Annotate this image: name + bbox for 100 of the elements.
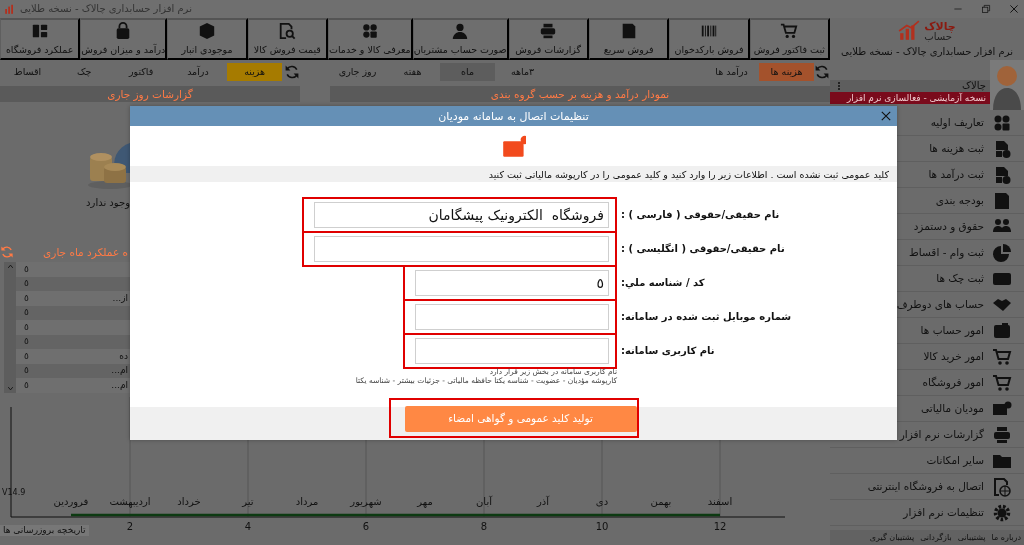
gear-icon (992, 502, 1012, 523)
refresh-icon[interactable] (814, 64, 830, 80)
row-value: ٥ (23, 336, 29, 348)
footer-link[interactable]: بازگردانی (917, 532, 955, 543)
scrollbar[interactable] (4, 262, 16, 393)
toolbar-button[interactable]: معرفی کالا و خدمات (328, 18, 413, 60)
row-label: ام... (111, 365, 128, 377)
input-field[interactable]: فروشگاه الکترونیک پیشگامان (314, 202, 609, 229)
tab[interactable]: ماه (440, 63, 495, 81)
row-value: ٥ (23, 263, 29, 275)
close-button[interactable] (879, 109, 893, 123)
toolbar-button[interactable]: ثبت فاکتور فروش (749, 18, 830, 60)
tab[interactable]: درآمد (170, 63, 226, 81)
month-label: آبان (476, 496, 492, 507)
tick-label: 10 (595, 521, 609, 532)
row-value: ٥ (23, 278, 29, 290)
tab[interactable]: ۳ماهه (495, 63, 550, 81)
row-label: ام... (111, 379, 128, 391)
pie-chart-icon (992, 242, 1012, 263)
printer-icon (539, 22, 558, 41)
trial-notice[interactable]: نسخه آزمایشی - فعالسازی نرم افزار (830, 92, 990, 104)
row-label: ده (119, 350, 128, 362)
footer-link[interactable]: درباره ما (988, 532, 1024, 543)
notice-text: کلید عمومی ثبت نشده است . اطلاعات زیر را وارد کنید و کلید عمومی را در کارپوشه مالیاتی ثبت کنید (130, 166, 897, 183)
cart-icon (992, 346, 1012, 367)
tab[interactable]: هزینه ها (759, 63, 814, 81)
tab[interactable]: هزینه (227, 63, 283, 81)
panel-title: نمودار درآمد و هزینه بر حسب گروه بندی (330, 86, 830, 102)
toolbar-button[interactable]: موجودی انبار (167, 18, 248, 60)
month-label: فروردین (53, 496, 89, 507)
user-name: چالاک (962, 80, 986, 92)
refresh-icon[interactable] (284, 64, 300, 80)
toolbar-button[interactable]: عملکرد فروشگاه (0, 18, 81, 60)
input-field[interactable] (415, 304, 609, 331)
shapes-icon (360, 22, 379, 41)
scroll-up-icon (5, 262, 15, 271)
avatar-icon (990, 60, 1024, 110)
tab[interactable]: درآمد ها (704, 63, 759, 81)
row-value: ٥ (23, 307, 29, 319)
tab[interactable]: فاکتور (113, 63, 169, 81)
row-value: ٥ (23, 350, 29, 362)
toolbar-button[interactable]: قیمت فروش کالا (247, 18, 328, 60)
person-icon (451, 22, 470, 41)
toolbar-button[interactable]: گزارشات فروش (508, 18, 589, 60)
toolbar-button[interactable]: صورت حساب مشتریان (412, 18, 509, 60)
tick-label: 4 (244, 521, 252, 532)
input-field[interactable] (415, 338, 609, 365)
month-label: بهمن (650, 496, 672, 507)
row-value: ٥ (23, 292, 29, 304)
cart-icon (992, 372, 1012, 393)
field-label: نام کاربری سامانه: (620, 345, 716, 358)
close-icon[interactable] (1008, 3, 1020, 15)
printer-icon (992, 424, 1012, 445)
input-field[interactable]: ٥ (415, 270, 609, 297)
footer-link[interactable]: پشتیبان گیری (866, 532, 918, 543)
globe-icon (992, 476, 1012, 497)
month-label: آذر (536, 496, 550, 507)
month-label: دی (595, 496, 609, 507)
row-label: از... (112, 292, 128, 304)
logo-text: چالاک (924, 20, 956, 32)
field-label: نام حقیقی/حقوقی ( انگلیسی ) : (620, 243, 786, 256)
footer-link[interactable]: پشتیبانی (954, 532, 989, 543)
logo-caption: نرم افزار حسابداری چالاک - نسخه طلایی (841, 46, 1013, 58)
app-icon (4, 3, 16, 15)
month-label: تیر (242, 496, 254, 507)
month-label: مهر (417, 496, 433, 507)
month-label: مرداد (295, 496, 319, 507)
empty-message: وجود ندارد (86, 197, 130, 209)
tab[interactable]: هفته (385, 63, 440, 81)
month-label: اردیبهشت (109, 496, 151, 507)
logo-icon (898, 20, 921, 42)
field-label: کد / شناسه ملي: (620, 277, 706, 290)
tick-label: 6 (362, 521, 370, 532)
row-value: ٥ (23, 321, 29, 333)
field-label: شماره موبایل ثبت شده در سامانه: (620, 311, 793, 324)
dialog-title: تنظیمات اتصال به سامانه مودیان (438, 109, 589, 123)
toolbar-button[interactable]: فروش بارکدخوان (669, 18, 750, 60)
month-label: شهریور (350, 496, 382, 507)
toolbar-button[interactable]: فروش سریع (588, 18, 670, 60)
window-title: نرم افزار حسابداری چالاک - نسخه طلایی (20, 3, 192, 15)
tab[interactable]: اقساط (0, 63, 55, 81)
input-field[interactable] (314, 236, 609, 263)
month-label: خرداد (177, 496, 201, 507)
panel-title: گزارشات روز جاری (0, 86, 300, 102)
tab[interactable]: چک (56, 63, 112, 81)
history-link[interactable]: تاریخچه بروزرسانی ها (0, 525, 89, 536)
close-icon (879, 109, 893, 123)
tick-label: 12 (713, 521, 727, 532)
refresh-icon[interactable] (0, 245, 14, 259)
restore-icon[interactable] (980, 3, 992, 15)
document-search-icon (278, 22, 297, 41)
cart-icon (780, 22, 799, 41)
toolbar-button[interactable]: درآمد و میزان فروش (80, 18, 168, 60)
generate-key-button[interactable]: تولید کلید عمومی و گواهی امضاء (404, 405, 637, 432)
wallet-icon (992, 320, 1012, 341)
row-value: ٥ (23, 379, 29, 391)
panel-title: ه عملکرد ماه جاری (43, 245, 128, 259)
tick-label: 2 (126, 521, 134, 532)
tab[interactable]: روز جاری (330, 63, 385, 81)
logo-text: حساب (924, 31, 952, 42)
